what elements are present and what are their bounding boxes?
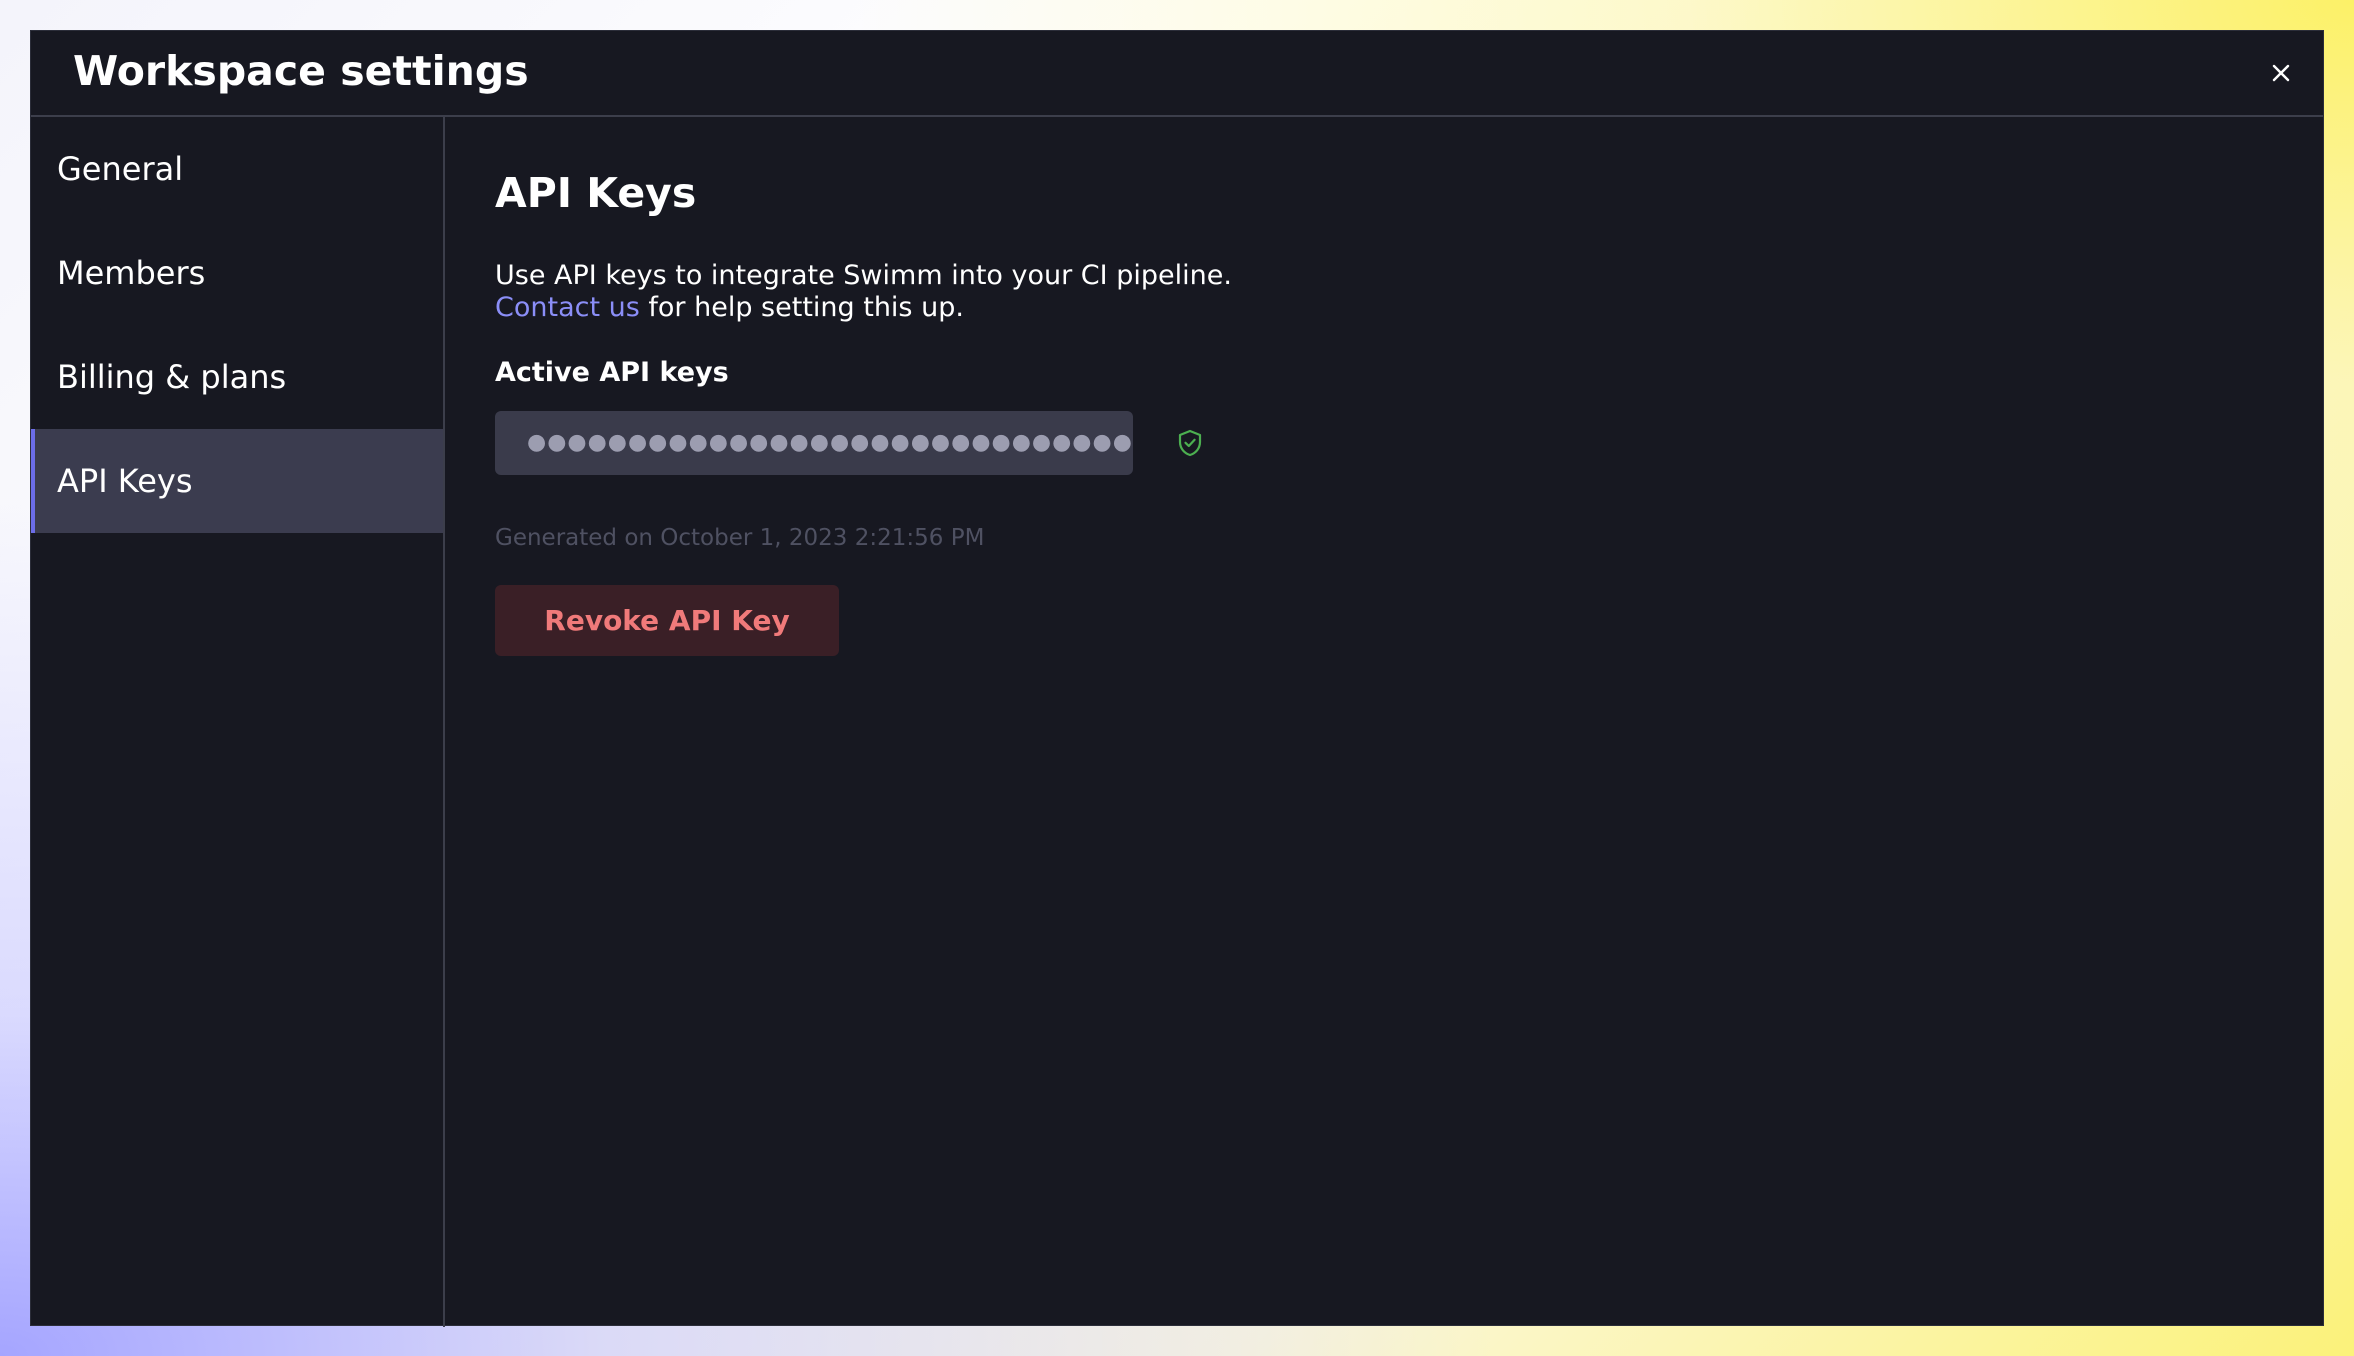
sidebar-item-label: Members bbox=[57, 254, 206, 292]
api-keys-panel: API Keys Use API keys to integrate Swimm… bbox=[445, 117, 2323, 1325]
sidebar-item-members[interactable]: Members bbox=[31, 221, 443, 325]
sidebar-item-billing-plans[interactable]: Billing & plans bbox=[31, 325, 443, 429]
api-key-field[interactable]: ●●●●●●●●●●●●●●●●●●●●●●●●●●●●●●●●● bbox=[495, 411, 1133, 475]
modal-header: Workspace settings bbox=[31, 31, 2323, 117]
shield-check-icon bbox=[1178, 429, 1202, 457]
sidebar-item-general[interactable]: General bbox=[31, 117, 443, 221]
active-api-keys-heading: Active API keys bbox=[495, 357, 729, 388]
contact-us-link[interactable]: Contact us bbox=[495, 292, 640, 323]
revoke-button-label: Revoke API Key bbox=[544, 604, 790, 637]
description-line-1: Use API keys to integrate Swimm into you… bbox=[495, 260, 1232, 291]
sidebar-item-label: General bbox=[57, 150, 184, 188]
revoke-api-key-button[interactable]: Revoke API Key bbox=[495, 585, 839, 656]
sidebar-item-api-keys[interactable]: API Keys bbox=[31, 429, 443, 533]
workspace-settings-modal: Workspace settings General Members Billi… bbox=[30, 30, 2324, 1327]
settings-sidebar: General Members Billing & plans API Keys bbox=[31, 117, 445, 1327]
close-button[interactable] bbox=[2261, 53, 2301, 93]
page-title: API Keys bbox=[495, 169, 697, 217]
sidebar-item-label: Billing & plans bbox=[57, 358, 287, 396]
modal-title: Workspace settings bbox=[73, 47, 529, 95]
sidebar-item-label: API Keys bbox=[57, 462, 193, 500]
description: Use API keys to integrate Swimm into you… bbox=[495, 260, 1232, 324]
close-icon bbox=[2272, 64, 2290, 82]
description-line-2: Contact us for help setting this up. bbox=[495, 292, 1232, 324]
description-line-2-text: for help setting this up. bbox=[639, 292, 964, 323]
generated-timestamp: Generated on October 1, 2023 2:21:56 PM bbox=[495, 525, 985, 551]
